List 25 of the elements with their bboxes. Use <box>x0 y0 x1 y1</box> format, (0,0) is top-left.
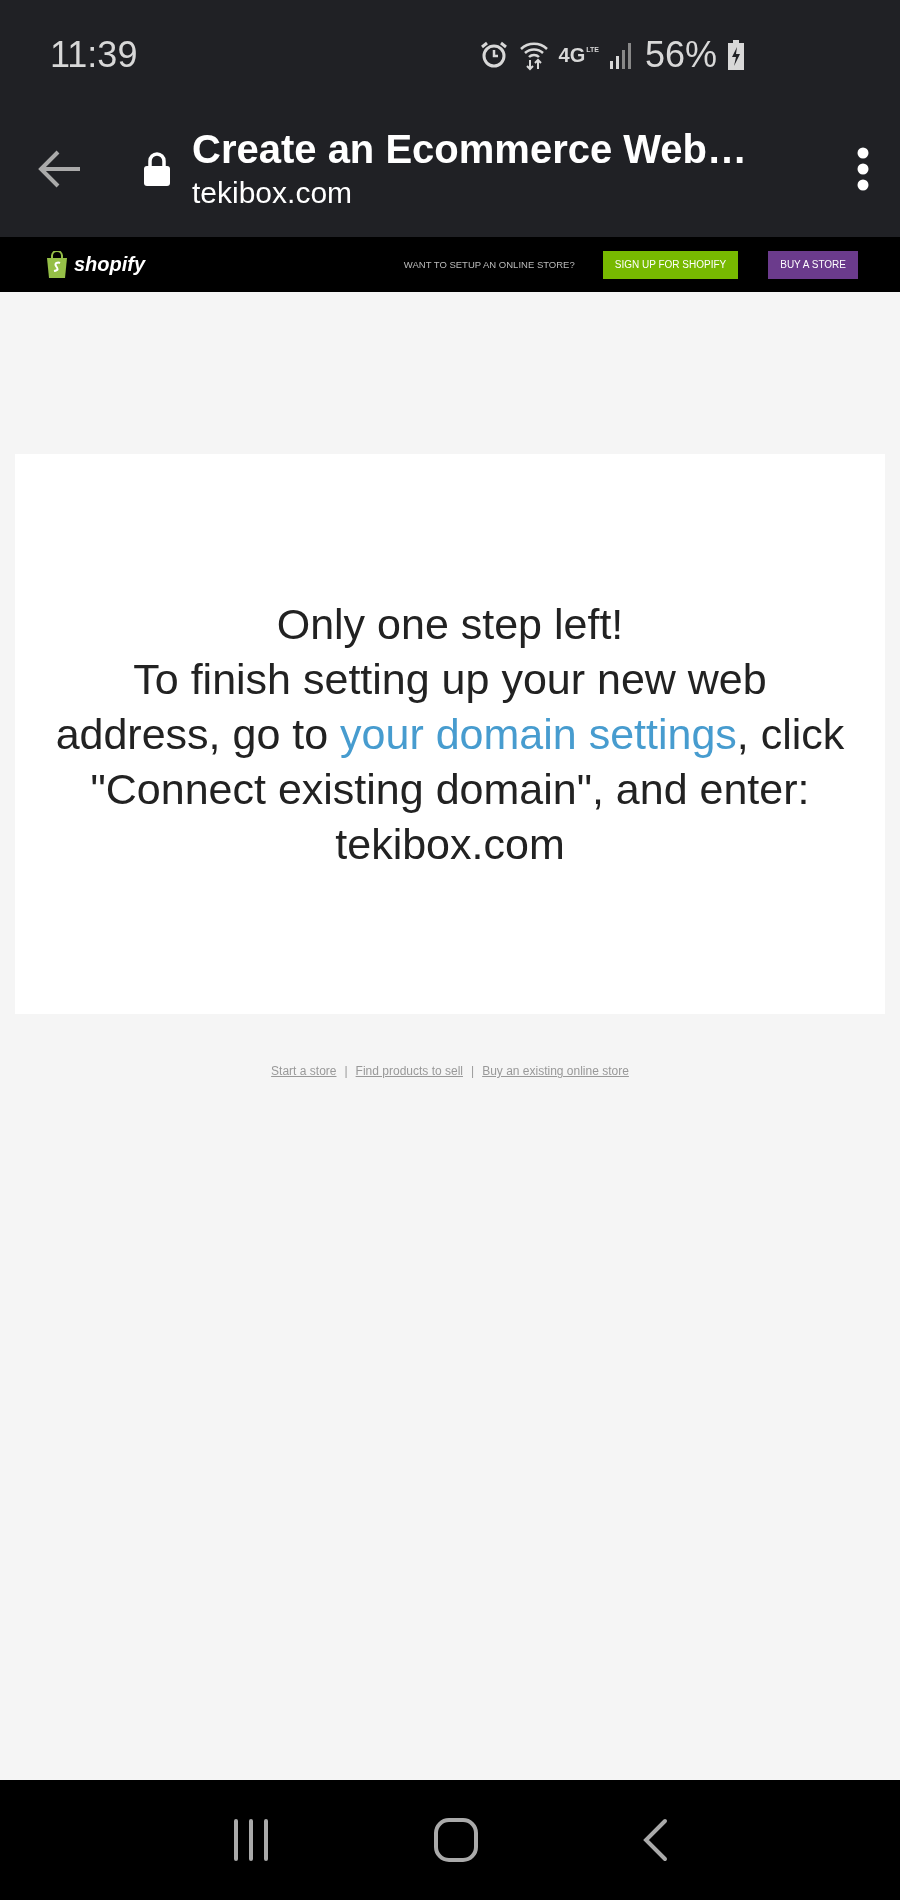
footer-link[interactable]: Find products to sell <box>355 1064 463 1078</box>
shopping-bag-icon <box>44 250 70 279</box>
buy-store-button[interactable]: BUY A STORE <box>768 250 858 279</box>
setup-prompt: WANT TO SETUP AN ONLINE STORE? <box>403 259 575 270</box>
alarm-icon <box>478 40 509 70</box>
instruction-text: To finish setting up your new web address, go to your domain settings, click "Connect existing domain", and enter: tekibox.com <box>54 653 846 870</box>
page-url: tekibox.com <box>192 176 354 210</box>
clock-time: 11:39 <box>50 34 138 76</box>
back-icon[interactable] <box>641 1818 669 1862</box>
footer-link[interactable]: Start a store <box>271 1064 337 1078</box>
more-menu-icon[interactable] <box>856 146 870 191</box>
message-heading: Only one step left! <box>276 598 624 650</box>
lock-icon <box>142 150 172 187</box>
page-title: Create an Ecommerce Web… <box>192 127 748 172</box>
home-icon[interactable] <box>433 1817 479 1863</box>
shopify-logo[interactable]: shopify <box>74 253 146 276</box>
domain-settings-link[interactable]: your domain settings <box>340 709 737 758</box>
battery-percent: 56% <box>644 34 717 76</box>
battery-charging-icon <box>727 40 745 70</box>
link-separator: | <box>344 1064 348 1078</box>
back-arrow-icon[interactable] <box>38 148 82 189</box>
recent-apps-icon[interactable] <box>231 1819 271 1861</box>
link-separator: | <box>471 1064 475 1078</box>
footer-link[interactable]: Buy an existing online store <box>482 1064 629 1078</box>
signup-button[interactable]: SIGN UP FOR SHOPIFY <box>602 250 739 279</box>
